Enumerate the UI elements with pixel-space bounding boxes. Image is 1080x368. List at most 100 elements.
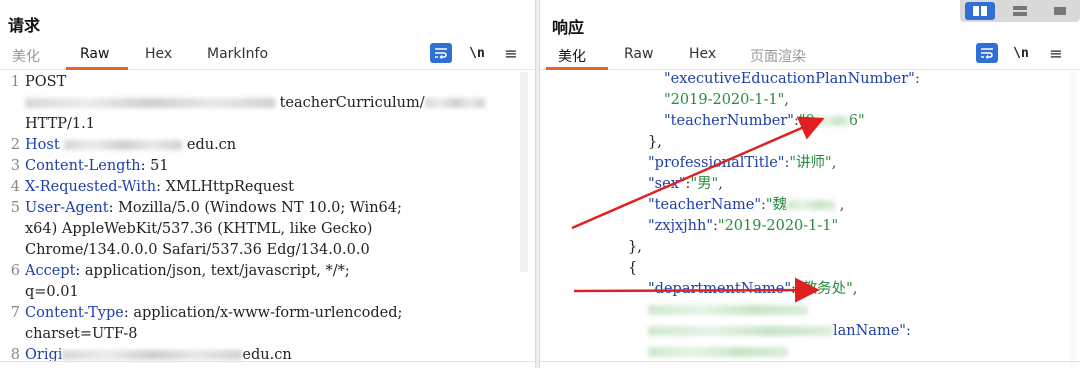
header-value: : XMLHttpRequest	[156, 179, 294, 195]
header-key: User-Agent	[25, 200, 109, 216]
code-line: Accept: application/json, text/javascrip…	[25, 261, 350, 282]
response-pane: 响应 美化 Raw Hex 页面渲染 \n ≡ "executiveEducat…	[540, 0, 1080, 368]
layout-switcher	[960, 0, 1080, 22]
json-line: "2019-2020-1-1",	[664, 90, 789, 111]
request-tabs: 美化 Raw Hex MarkInfo	[0, 42, 535, 70]
response-title: 响应	[552, 18, 585, 37]
request-editor[interactable]: 1 POST teacherCurriculum/ HTTP/1.1 2 Host …	[0, 72, 535, 368]
tab-render[interactable]: 页面渲染	[750, 46, 806, 66]
code-line: x64) AppleWebKit/537.36 (KHTML, like Gec…	[25, 221, 373, 237]
line-number: 8	[10, 347, 20, 363]
json-key: "executiveEducationPlanNumber"	[664, 71, 915, 87]
json-line: "professionalTitle":"讲师",	[648, 153, 836, 174]
line-number: 3	[10, 158, 20, 174]
json-punct: ,	[718, 176, 723, 192]
header-value: edu.cn	[182, 137, 237, 153]
response-bottom-border	[540, 361, 1080, 362]
redacted-key	[648, 326, 833, 336]
code-line: charset=UTF-8	[25, 326, 138, 342]
code-line: Content-Type: application/x-www-form-url…	[25, 303, 402, 324]
active-tab-indicator	[66, 67, 128, 70]
header-key: X-Requested-With	[25, 179, 157, 195]
json-line: "teacherNumber":"0 6"	[664, 111, 865, 132]
redacted-teacher-name	[787, 200, 836, 210]
tab-pretty[interactable]: 美化	[558, 46, 586, 66]
active-tab-indicator	[546, 67, 608, 70]
redacted-origin	[62, 350, 243, 360]
json-punct: :	[914, 71, 920, 87]
redacted-key	[648, 305, 808, 315]
header-value: : Mozilla/5.0 (Windows NT 10.0; Win64;	[108, 200, 402, 216]
code-line: HTTP/1.1	[25, 116, 95, 132]
menu-icon[interactable]: ≡	[1045, 43, 1067, 63]
tab-hex[interactable]: Hex	[145, 46, 172, 62]
header-key: Content-Type	[25, 305, 124, 321]
code-line: X-Requested-With: XMLHttpRequest	[25, 177, 294, 198]
json-key: "professionalTitle"	[648, 155, 785, 171]
json-line: "executiveEducationPlanNumber":	[664, 69, 920, 90]
tab-hex[interactable]: Hex	[689, 46, 716, 62]
code-line: Content-Length: 51	[25, 156, 169, 177]
json-line: "departmentName":"教务处",	[648, 279, 857, 300]
newline-toggle-icon[interactable]: \n	[466, 43, 488, 63]
code-line: q=0.01	[25, 284, 79, 300]
single-pane-layout-button[interactable]	[1045, 2, 1075, 20]
code-line: Host edu.cn	[25, 135, 236, 156]
side-by-side-layout-button[interactable]	[965, 2, 995, 20]
tab-pretty[interactable]: 美化	[12, 46, 40, 66]
json-value: "讲师"	[789, 155, 832, 171]
json-line	[648, 342, 788, 363]
wrap-lines-icon[interactable]	[430, 43, 452, 63]
url-path: teacherCurriculum/	[279, 95, 425, 111]
json-line	[648, 300, 808, 321]
json-line: },	[648, 134, 662, 150]
tab-markinfo[interactable]: MarkInfo	[207, 46, 268, 62]
json-value: "2019-2020-1-1"	[717, 218, 839, 234]
tab-raw[interactable]: Raw	[624, 46, 653, 62]
response-scrollbar[interactable]	[1070, 72, 1076, 368]
json-value: "魏	[765, 197, 788, 213]
code-line: POST	[25, 74, 67, 90]
header-value: : 51	[140, 158, 169, 174]
response-editor[interactable]: "executiveEducationPlanNumber": "2019-20…	[540, 69, 1080, 368]
line-number: 4	[10, 179, 20, 195]
header-value: : application/x-www-form-urlencoded;	[123, 305, 403, 321]
json-key: lanName":	[833, 323, 911, 339]
redacted-url-tail	[424, 98, 485, 108]
json-key: "teacherNumber"	[664, 113, 794, 129]
code-line: teacherCurriculum/	[25, 93, 485, 114]
redacted-host	[64, 140, 183, 150]
redacted-value	[648, 347, 788, 357]
json-line: {	[628, 260, 638, 276]
json-line: "teacherName":"魏 ,	[648, 195, 844, 216]
line-number: 6	[10, 263, 20, 279]
stacked-layout-button[interactable]	[1005, 2, 1035, 20]
json-value: "0	[798, 113, 815, 129]
line-number: 1	[10, 74, 20, 90]
json-value: "男"	[690, 176, 719, 192]
tab-raw[interactable]: Raw	[80, 46, 109, 62]
newline-toggle-icon[interactable]: \n	[1010, 43, 1032, 63]
code-line: Chrome/134.0.0.0 Safari/537.36 Edg/134.0…	[25, 242, 370, 258]
wrap-lines-icon[interactable]	[976, 43, 998, 63]
redacted-teacher-number	[814, 116, 849, 126]
json-key: "departmentName"	[648, 281, 792, 297]
json-line: },	[628, 239, 642, 255]
json-key: "teacherName"	[648, 197, 762, 213]
json-line: "zxjxjhh":"2019-2020-1-1"	[648, 216, 838, 237]
menu-icon[interactable]: ≡	[500, 43, 522, 63]
json-punct: ,	[839, 197, 845, 213]
request-title: 请求	[8, 16, 41, 35]
json-key: "zxjxjhh"	[648, 218, 714, 234]
json-punct: ,	[784, 92, 789, 108]
request-pane: 请求 美化 Raw Hex MarkInfo \n ≡ 1 POST teache…	[0, 0, 535, 368]
header-value: : application/json, text/javascript, */*…	[75, 263, 350, 279]
header-key: Host	[25, 137, 60, 153]
response-tabs: 美化 Raw Hex 页面渲染	[540, 42, 1080, 70]
request-scrollbar[interactable]	[520, 72, 528, 272]
json-key: "sex"	[648, 176, 686, 192]
redacted-url	[25, 98, 275, 108]
header-key: Content-Length	[25, 158, 141, 174]
json-value: 6"	[848, 113, 865, 129]
json-value: "2019-2020-1-1"	[664, 92, 785, 108]
